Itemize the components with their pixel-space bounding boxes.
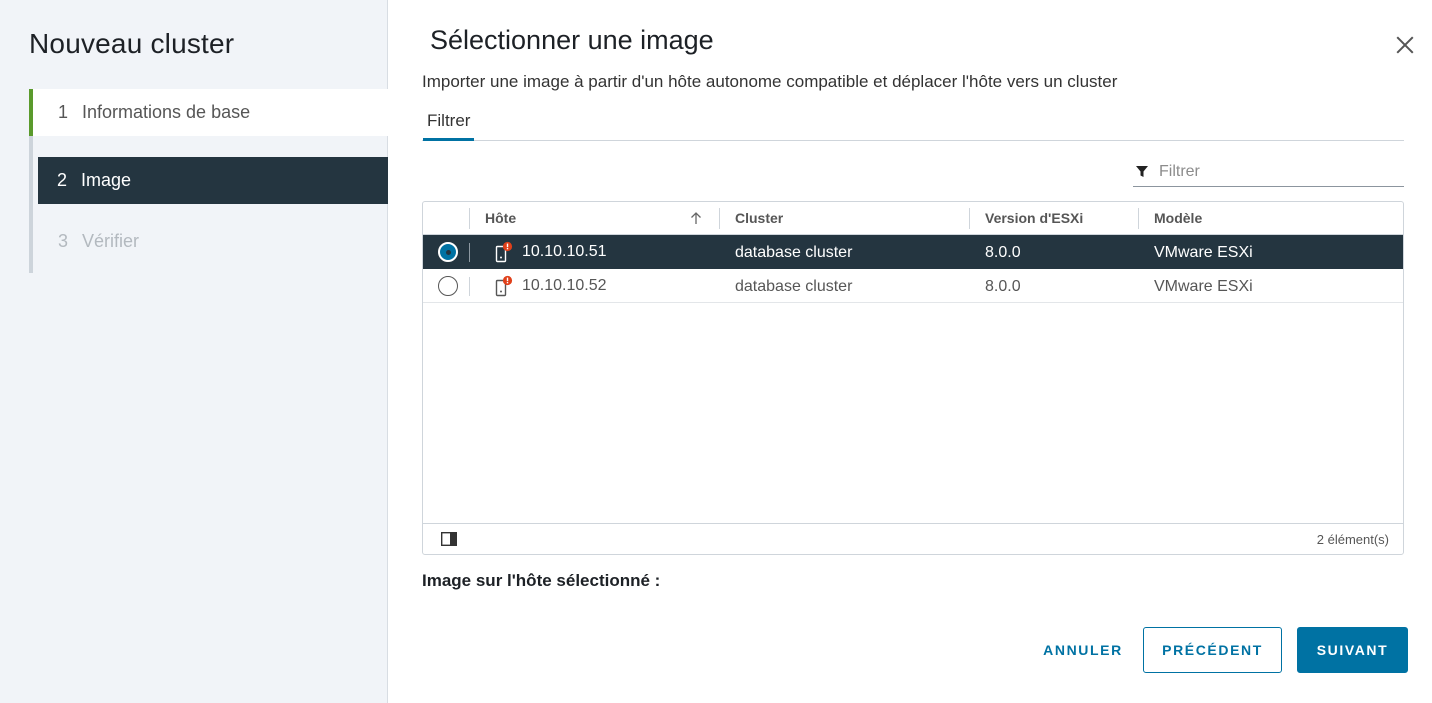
grid-header: Hôte Cluster Version d'ESXi Modèle [423, 202, 1403, 235]
column-header-version[interactable]: Version d'ESXi [985, 202, 1083, 235]
filter-input[interactable] [1159, 163, 1389, 181]
cancel-button[interactable]: ANNULER [1032, 627, 1134, 673]
esxi-version: 8.0.0 [985, 278, 1021, 295]
cluster-name: database cluster [735, 244, 853, 261]
column-toggle-icon[interactable] [441, 532, 457, 546]
host-warning-icon [495, 275, 513, 297]
filter-icon [1136, 166, 1148, 177]
column-separator[interactable] [719, 208, 720, 229]
host-name: 10.10.10.51 [522, 243, 607, 260]
wizard-step-basic-info[interactable]: 1 Informations de base [29, 89, 388, 136]
column-separator[interactable] [969, 208, 970, 229]
page-subtitle: Importer une image à partir d'un hôte au… [422, 72, 1118, 91]
tab-filter[interactable]: Filtrer [423, 107, 475, 141]
table-row[interactable]: 10.10.10.51 database cluster 8.0.0 VMwar… [423, 235, 1403, 269]
step-label: Vérifier [82, 231, 140, 251]
next-button[interactable]: SUIVANT [1297, 627, 1408, 673]
step-label: Image [81, 170, 132, 190]
wizard-step-review: 3 Vérifier [29, 218, 388, 265]
filter-field [1133, 158, 1404, 187]
column-header-host[interactable]: Hôte [485, 202, 516, 235]
arrow-up-icon[interactable] [690, 212, 702, 225]
esxi-version: 8.0.0 [985, 244, 1021, 261]
column-separator [469, 243, 470, 262]
host-name: 10.10.10.52 [522, 277, 607, 294]
step-label: Informations de base [82, 102, 251, 122]
step-number: 3 [58, 231, 69, 251]
wizard-sidebar: Nouveau cluster 1 Informations de base 2… [0, 0, 388, 703]
tab-bar: Filtrer [422, 107, 1404, 141]
wizard-step-image[interactable]: 2 Image [38, 157, 388, 204]
column-separator [469, 277, 470, 296]
column-header-model[interactable]: Modèle [1154, 202, 1202, 235]
item-count: 2 élément(s) [1316, 532, 1389, 547]
grid-footer: 2 élément(s) [423, 523, 1403, 554]
column-header-cluster[interactable]: Cluster [735, 202, 783, 235]
row-radio[interactable] [438, 276, 458, 296]
row-radio[interactable] [438, 242, 458, 262]
step-number: 1 [58, 102, 69, 122]
table-row[interactable]: 10.10.10.52 database cluster 8.0.0 VMwar… [423, 269, 1403, 303]
column-separator[interactable] [1138, 208, 1139, 229]
cluster-name: database cluster [735, 278, 853, 295]
hosts-datagrid: Hôte Cluster Version d'ESXi Modèle 10.10… [422, 201, 1404, 555]
host-model: VMware ESXi [1154, 278, 1253, 295]
column-separator [469, 208, 470, 229]
wizard-title: Nouveau cluster [29, 28, 235, 59]
host-model: VMware ESXi [1154, 244, 1253, 261]
close-icon[interactable] [1396, 36, 1414, 54]
step-number: 2 [57, 170, 68, 190]
host-warning-icon [495, 241, 513, 263]
previous-button[interactable]: PRÉCÉDENT [1143, 627, 1282, 673]
page-title: Sélectionner une image [430, 25, 714, 55]
selected-host-image-label: Image sur l'hôte sélectionné : [422, 571, 661, 590]
